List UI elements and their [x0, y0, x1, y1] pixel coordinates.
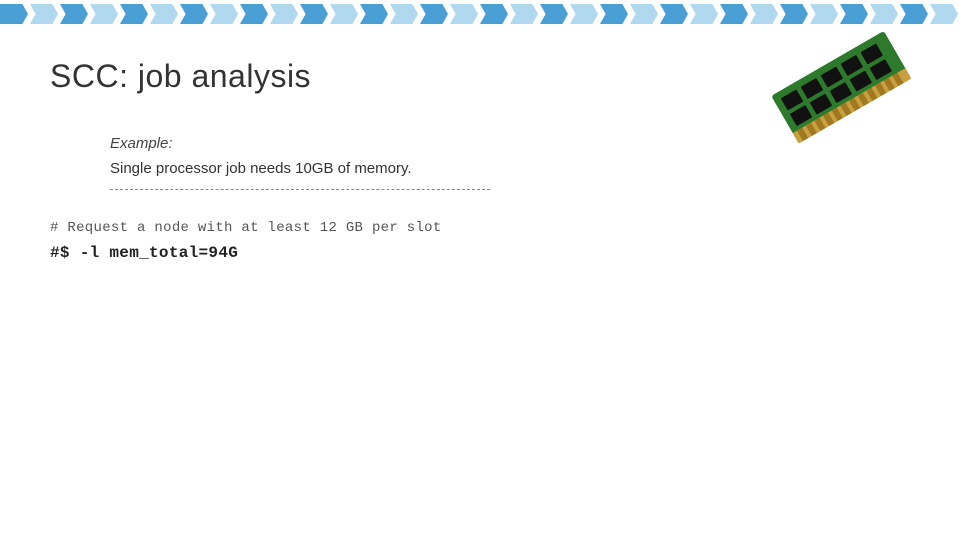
chevron-item	[90, 4, 118, 24]
section-divider	[110, 189, 490, 190]
chevron-item	[60, 4, 88, 24]
chevron-item	[540, 4, 568, 24]
chevron-item	[30, 4, 58, 24]
code-section: # Request a node with at least 12 GB per…	[50, 220, 910, 262]
chevron-item	[120, 4, 148, 24]
example-label: Example:	[110, 135, 910, 152]
chevron-item	[660, 4, 688, 24]
chevron-item	[600, 4, 628, 24]
chevron-item	[420, 4, 448, 24]
chevron-item	[450, 4, 478, 24]
chevron-item	[930, 4, 958, 24]
chevron-item	[210, 4, 238, 24]
code-line: #$ -l mem_total=94G	[50, 244, 910, 262]
code-comment: # Request a node with at least 12 GB per…	[50, 220, 910, 236]
chevron-item	[480, 4, 508, 24]
chevron-item	[0, 4, 28, 24]
chevron-item	[330, 4, 358, 24]
chevron-item	[510, 4, 538, 24]
main-content: SCC: job analysis Example: Single proces…	[0, 28, 960, 540]
example-section: Example: Single processor job needs 10GB…	[110, 135, 910, 190]
chevron-item	[630, 4, 658, 24]
chevron-item	[270, 4, 298, 24]
chevron-item	[390, 4, 418, 24]
chevron-item	[300, 4, 328, 24]
chevron-item	[570, 4, 598, 24]
example-description: Single processor job needs 10GB of memor…	[110, 160, 910, 177]
chevron-item	[150, 4, 178, 24]
chevron-item	[240, 4, 268, 24]
chevron-item	[180, 4, 208, 24]
chevron-item	[690, 4, 718, 24]
page-title: SCC: job analysis	[50, 58, 910, 95]
chevron-item	[360, 4, 388, 24]
chevron-item	[720, 4, 748, 24]
